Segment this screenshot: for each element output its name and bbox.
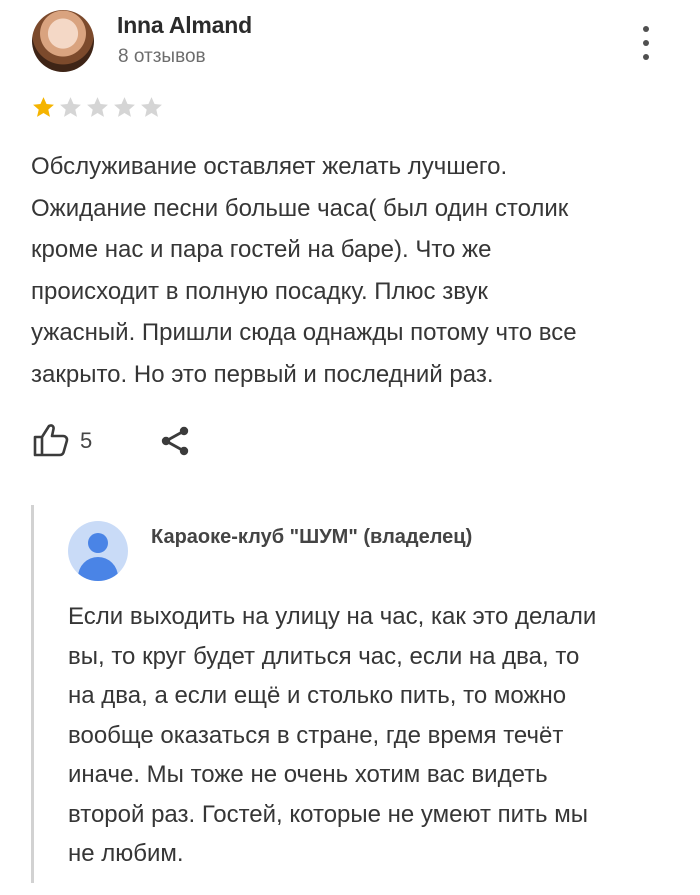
reviewer-reviews-count: 8 отзывов (118, 46, 206, 67)
share-button[interactable] (158, 424, 192, 458)
like-count: 5 (80, 428, 93, 453)
review-text: Обслуживание оставляет желать лучшего. О… (31, 153, 577, 388)
share-icon (161, 426, 189, 456)
reviewer-name[interactable]: Inna Almand (117, 12, 252, 39)
owner-name: Караоке-клуб "ШУМ" (владелец) (151, 526, 473, 548)
star-empty-icon (139, 95, 164, 120)
reply-divider (31, 505, 34, 883)
more-vertical-icon (643, 26, 649, 32)
like-button[interactable] (32, 423, 70, 457)
owner-reply-text: Если выходить на улицу на час, как это д… (68, 603, 597, 867)
more-options-button[interactable] (634, 22, 658, 64)
star-empty-icon (85, 95, 110, 120)
star-empty-icon (112, 95, 137, 120)
star-filled-icon (31, 95, 56, 120)
reviewer-avatar[interactable] (32, 10, 94, 72)
review-card: Inna Almand 8 отзывов Обслуживание остав… (0, 0, 700, 895)
person-icon (68, 521, 128, 581)
star-empty-icon (58, 95, 83, 120)
rating-stars (31, 95, 164, 120)
thumbs-up-icon (33, 424, 69, 457)
